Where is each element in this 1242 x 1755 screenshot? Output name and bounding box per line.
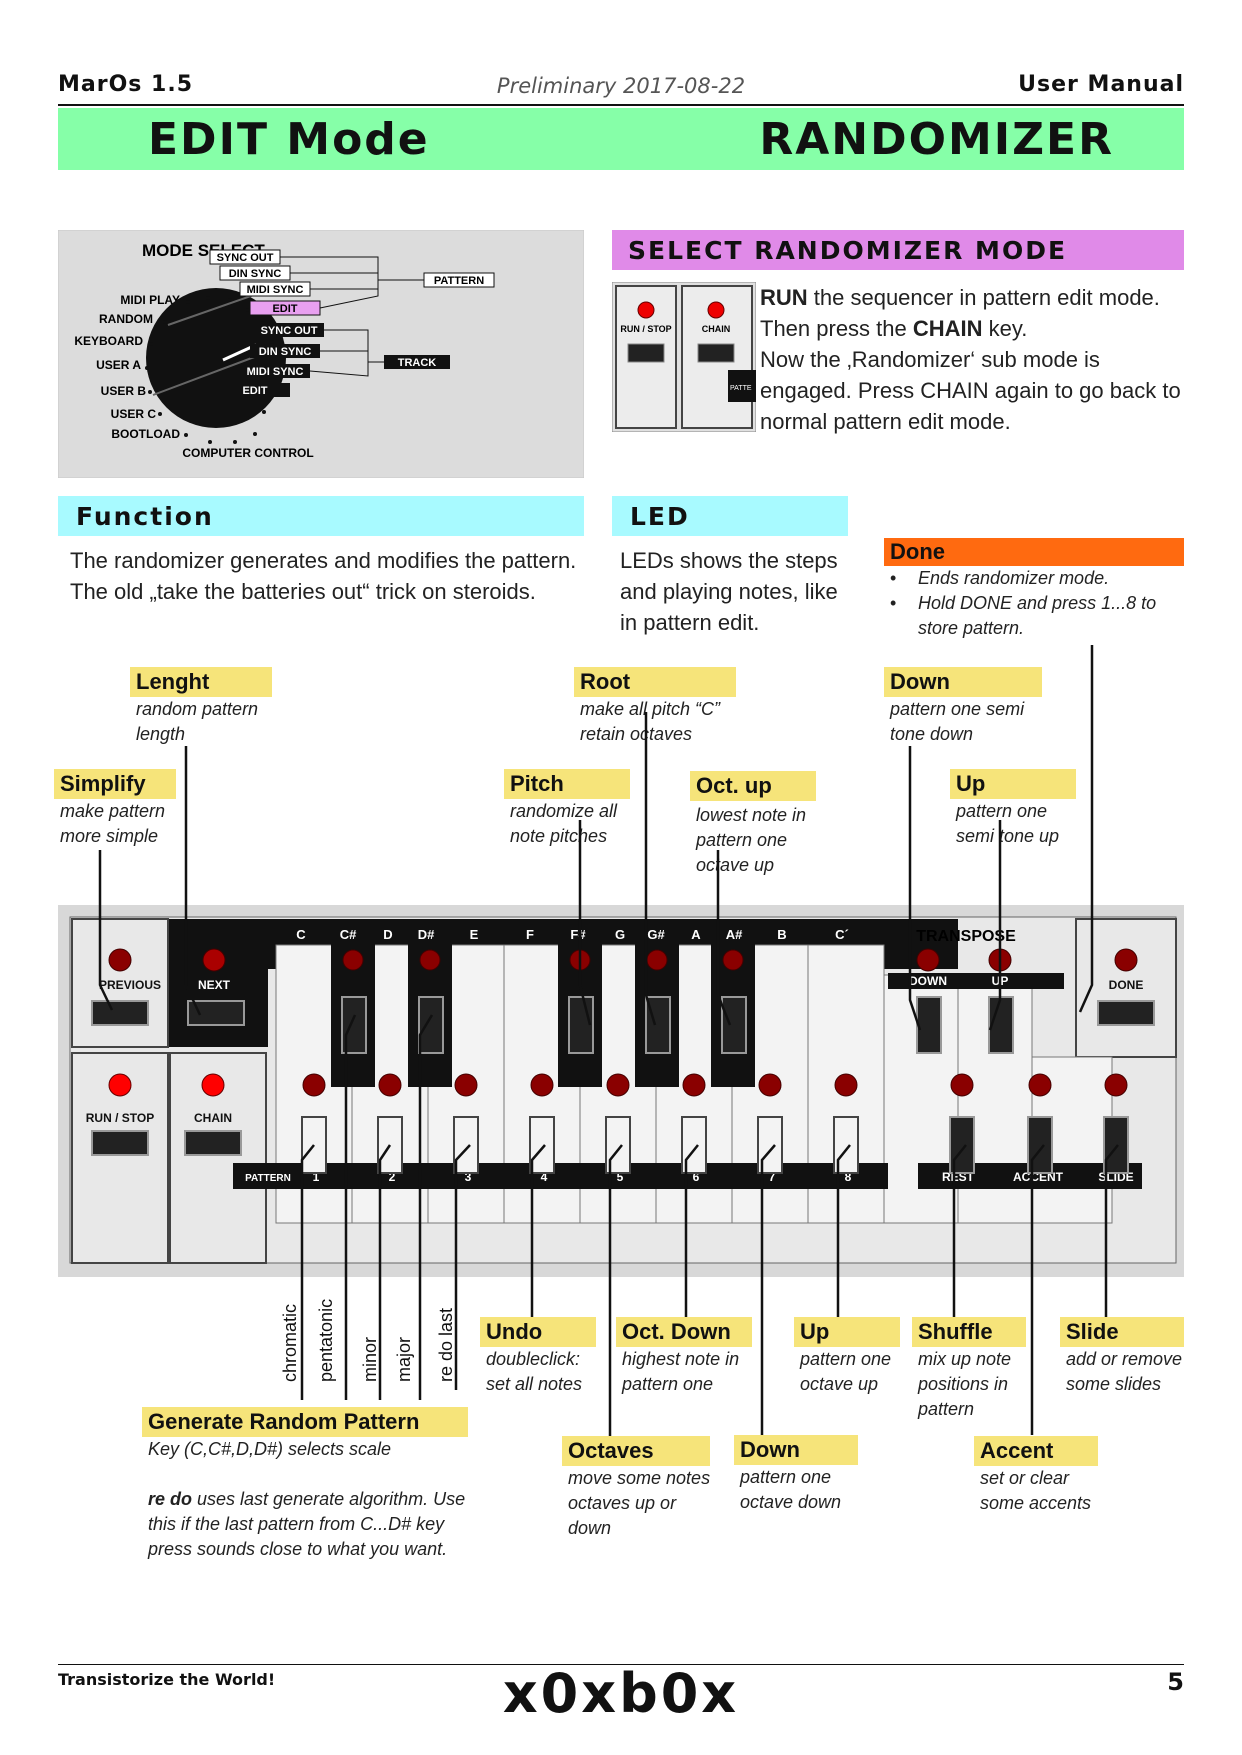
redo-word: re do — [148, 1489, 193, 1509]
accent-note: set or clear some accents — [980, 1468, 1092, 1513]
undo-note: doubleclick: set all notes — [486, 1349, 583, 1394]
page-number: 5 — [1167, 1668, 1184, 1696]
scale-label: major — [394, 1336, 414, 1382]
down-oct-note: pattern one octave down — [740, 1467, 842, 1512]
up-oct-note: pattern one octave up — [800, 1349, 892, 1394]
scale-label: chromatic — [280, 1303, 300, 1382]
accent-title: Accent — [974, 1436, 1098, 1466]
generate-note: Key (C,C#,D,D#) selects scale re do uses… — [148, 1437, 468, 1562]
generate-note-1: Key (C,C#,D,D#) selects scale — [148, 1439, 392, 1459]
slide-title: Slide — [1060, 1317, 1184, 1347]
undo-title: Undo — [480, 1317, 596, 1347]
scale-label: minor — [360, 1336, 380, 1382]
scale-label: re do last — [436, 1307, 456, 1382]
up-oct-title: Up — [794, 1317, 900, 1347]
octaves-title: Octaves — [562, 1436, 710, 1466]
octaves-note: move some notes octaves up or down — [568, 1468, 711, 1538]
slide-note: add or remove some slides — [1066, 1349, 1183, 1394]
oct-down-title: Oct. Down — [616, 1317, 752, 1347]
down-oct-title: Down — [734, 1435, 858, 1465]
shuffle-title: Shuffle — [912, 1317, 1026, 1347]
footer-logo: x0xb0x — [502, 1662, 740, 1725]
shuffle-note: mix up note positions in pattern — [918, 1349, 1012, 1419]
scale-label: pentatonic — [316, 1298, 336, 1382]
generate-title: Generate Random Pattern — [142, 1407, 468, 1437]
generate-note-2: uses last generate algorithm. Use this i… — [148, 1489, 466, 1559]
oct-down-note: highest note in pattern one — [622, 1349, 740, 1394]
